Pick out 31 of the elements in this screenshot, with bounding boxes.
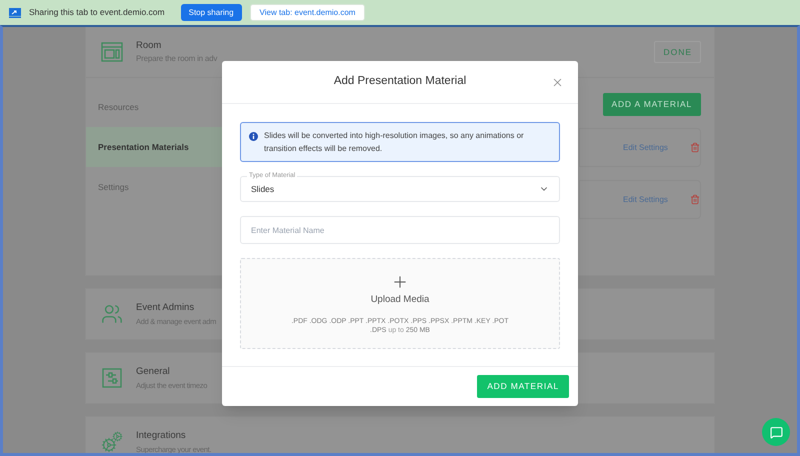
card-title: Room xyxy=(136,38,162,53)
gears-icon xyxy=(101,431,123,453)
screen-share-icon xyxy=(9,8,21,18)
info-icon xyxy=(249,132,258,141)
material-name-input[interactable]: Enter Material Name xyxy=(240,216,560,244)
edit-settings-link[interactable]: Edit Settings xyxy=(623,194,668,206)
trash-icon[interactable] xyxy=(690,194,700,205)
view-tab-button[interactable]: View tab: event.demio.com xyxy=(250,4,366,21)
edit-settings-link[interactable]: Edit Settings xyxy=(623,142,668,154)
stop-sharing-button[interactable]: Stop sharing xyxy=(180,4,242,21)
trash-icon[interactable] xyxy=(690,142,700,153)
dialog-title: Add Presentation Material xyxy=(334,74,466,90)
upload-label: Upload Media xyxy=(370,293,430,307)
layout-icon xyxy=(101,42,123,62)
done-button[interactable]: DONE xyxy=(654,41,701,63)
close-icon[interactable] xyxy=(551,76,564,89)
select-value: Slides xyxy=(251,182,274,196)
nav-item[interactable]: Resources xyxy=(86,87,223,127)
sliders-icon xyxy=(102,368,122,388)
add-material-button[interactable]: ADD MATERIAL xyxy=(477,375,569,398)
add-a-material-button[interactable]: ADD A MATERIAL xyxy=(602,93,701,116)
chat-button[interactable] xyxy=(762,418,790,446)
people-icon xyxy=(101,303,123,325)
card-title: General xyxy=(136,365,171,380)
notice-text: Slides will be converted into high-resolution images, so any animations or transition effects will be removed. xyxy=(264,130,525,154)
chat-icon xyxy=(770,426,782,438)
card-title: Integrations xyxy=(136,429,187,444)
sharing-message: Sharing this tab to event.demio.com xyxy=(29,6,165,19)
nav-item[interactable]: Settings xyxy=(86,167,223,207)
card-title: Event Admins xyxy=(136,301,196,316)
nav-item[interactable]: Presentation Materials xyxy=(86,127,223,167)
